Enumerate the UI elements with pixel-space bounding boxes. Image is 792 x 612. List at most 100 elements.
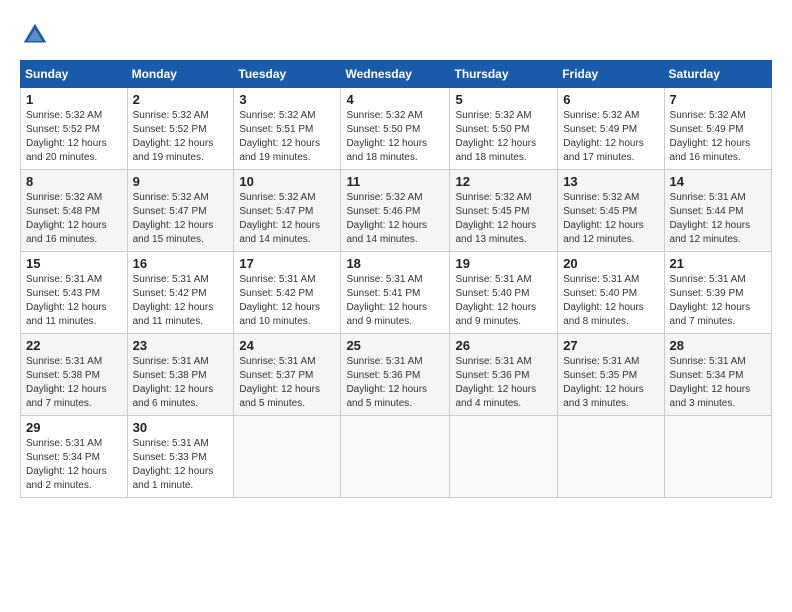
calendar-day-cell xyxy=(558,416,664,498)
day-detail: Sunrise: 5:32 AM Sunset: 5:47 PM Dayligh… xyxy=(133,191,229,247)
day-number: 24 xyxy=(239,338,335,353)
weekday-header: Tuesday xyxy=(234,61,341,88)
day-number: 26 xyxy=(455,338,552,353)
calendar-day-cell: 12 Sunrise: 5:32 AM Sunset: 5:45 PM Dayli… xyxy=(450,170,558,252)
day-number: 8 xyxy=(26,174,122,189)
day-detail: Sunrise: 5:31 AM Sunset: 5:42 PM Dayligh… xyxy=(133,273,229,329)
calendar-week-row: 1 Sunrise: 5:32 AM Sunset: 5:52 PM Daylig… xyxy=(21,88,772,170)
calendar-day-cell: 4 Sunrise: 5:32 AM Sunset: 5:50 PM Daylig… xyxy=(341,88,450,170)
day-number: 22 xyxy=(26,338,122,353)
day-detail: Sunrise: 5:32 AM Sunset: 5:48 PM Dayligh… xyxy=(26,191,122,247)
day-detail: Sunrise: 5:32 AM Sunset: 5:52 PM Dayligh… xyxy=(26,109,122,165)
day-detail: Sunrise: 5:31 AM Sunset: 5:42 PM Dayligh… xyxy=(239,273,335,329)
calendar-day-cell: 1 Sunrise: 5:32 AM Sunset: 5:52 PM Daylig… xyxy=(21,88,128,170)
day-number: 18 xyxy=(346,256,444,271)
calendar-day-cell: 29 Sunrise: 5:31 AM Sunset: 5:34 PM Dayli… xyxy=(21,416,128,498)
day-number: 5 xyxy=(455,92,552,107)
calendar-day-cell: 6 Sunrise: 5:32 AM Sunset: 5:49 PM Daylig… xyxy=(558,88,664,170)
day-detail: Sunrise: 5:31 AM Sunset: 5:36 PM Dayligh… xyxy=(346,355,444,411)
day-number: 11 xyxy=(346,174,444,189)
day-detail: Sunrise: 5:32 AM Sunset: 5:45 PM Dayligh… xyxy=(563,191,658,247)
day-number: 10 xyxy=(239,174,335,189)
day-detail: Sunrise: 5:32 AM Sunset: 5:49 PM Dayligh… xyxy=(670,109,766,165)
weekday-header: Sunday xyxy=(21,61,128,88)
calendar-day-cell: 19 Sunrise: 5:31 AM Sunset: 5:40 PM Dayli… xyxy=(450,252,558,334)
day-number: 28 xyxy=(670,338,766,353)
day-detail: Sunrise: 5:31 AM Sunset: 5:40 PM Dayligh… xyxy=(455,273,552,329)
calendar-day-cell: 21Sunrise: 5:31 AM Sunset: 5:39 PM Dayli… xyxy=(664,252,771,334)
calendar-day-cell: 26Sunrise: 5:31 AM Sunset: 5:36 PM Dayli… xyxy=(450,334,558,416)
calendar-day-cell: 9 Sunrise: 5:32 AM Sunset: 5:47 PM Daylig… xyxy=(127,170,234,252)
page-header xyxy=(20,20,772,50)
day-detail: Sunrise: 5:32 AM Sunset: 5:49 PM Dayligh… xyxy=(563,109,658,165)
calendar-day-cell: 22 Sunrise: 5:31 AM Sunset: 5:38 PM Dayli… xyxy=(21,334,128,416)
calendar-week-row: 8 Sunrise: 5:32 AM Sunset: 5:48 PM Daylig… xyxy=(21,170,772,252)
logo-icon xyxy=(20,20,50,50)
calendar-day-cell xyxy=(664,416,771,498)
day-detail: Sunrise: 5:31 AM Sunset: 5:43 PM Dayligh… xyxy=(26,273,122,329)
weekday-header: Friday xyxy=(558,61,664,88)
day-number: 21 xyxy=(670,256,766,271)
day-number: 20 xyxy=(563,256,658,271)
calendar-day-cell: 28 Sunrise: 5:31 AM Sunset: 5:34 PM Dayli… xyxy=(664,334,771,416)
weekday-header: Saturday xyxy=(664,61,771,88)
day-number: 12 xyxy=(455,174,552,189)
calendar-day-cell: 20 Sunrise: 5:31 AM Sunset: 5:40 PM Dayli… xyxy=(558,252,664,334)
day-number: 3 xyxy=(239,92,335,107)
calendar-day-cell xyxy=(234,416,341,498)
day-number: 29 xyxy=(26,420,122,435)
weekday-header: Thursday xyxy=(450,61,558,88)
calendar-day-cell xyxy=(341,416,450,498)
calendar-day-cell: 17 Sunrise: 5:31 AM Sunset: 5:42 PM Dayli… xyxy=(234,252,341,334)
day-detail: Sunrise: 5:31 AM Sunset: 5:38 PM Dayligh… xyxy=(133,355,229,411)
calendar-week-row: 22 Sunrise: 5:31 AM Sunset: 5:38 PM Dayli… xyxy=(21,334,772,416)
day-detail: Sunrise: 5:31 AM Sunset: 5:33 PM Dayligh… xyxy=(133,437,229,493)
calendar-day-cell: 30 Sunrise: 5:31 AM Sunset: 5:33 PM Dayli… xyxy=(127,416,234,498)
calendar-week-row: 15 Sunrise: 5:31 AM Sunset: 5:43 PM Dayli… xyxy=(21,252,772,334)
day-number: 17 xyxy=(239,256,335,271)
day-number: 23 xyxy=(133,338,229,353)
day-detail: Sunrise: 5:31 AM Sunset: 5:38 PM Dayligh… xyxy=(26,355,122,411)
calendar-day-cell: 23 Sunrise: 5:31 AM Sunset: 5:38 PM Dayli… xyxy=(127,334,234,416)
day-detail: Sunrise: 5:32 AM Sunset: 5:45 PM Dayligh… xyxy=(455,191,552,247)
day-detail: Sunrise: 5:31 AM Sunset: 5:34 PM Dayligh… xyxy=(26,437,122,493)
day-number: 9 xyxy=(133,174,229,189)
logo xyxy=(20,20,54,50)
day-number: 2 xyxy=(133,92,229,107)
day-number: 27 xyxy=(563,338,658,353)
day-detail: Sunrise: 5:31 AM Sunset: 5:40 PM Dayligh… xyxy=(563,273,658,329)
day-number: 14 xyxy=(670,174,766,189)
day-number: 15 xyxy=(26,256,122,271)
calendar-day-cell: 27 Sunrise: 5:31 AM Sunset: 5:35 PM Dayli… xyxy=(558,334,664,416)
day-number: 19 xyxy=(455,256,552,271)
header-row: SundayMondayTuesdayWednesdayThursdayFrid… xyxy=(21,61,772,88)
day-detail: Sunrise: 5:32 AM Sunset: 5:50 PM Dayligh… xyxy=(346,109,444,165)
day-number: 25 xyxy=(346,338,444,353)
calendar-day-cell xyxy=(450,416,558,498)
day-number: 1 xyxy=(26,92,122,107)
calendar-day-cell: 15 Sunrise: 5:31 AM Sunset: 5:43 PM Dayli… xyxy=(21,252,128,334)
day-detail: Sunrise: 5:31 AM Sunset: 5:34 PM Dayligh… xyxy=(670,355,766,411)
day-number: 6 xyxy=(563,92,658,107)
calendar-day-cell: 8 Sunrise: 5:32 AM Sunset: 5:48 PM Daylig… xyxy=(21,170,128,252)
calendar-day-cell: 3 Sunrise: 5:32 AM Sunset: 5:51 PM Daylig… xyxy=(234,88,341,170)
calendar-day-cell: 13 Sunrise: 5:32 AM Sunset: 5:45 PM Dayli… xyxy=(558,170,664,252)
day-number: 4 xyxy=(346,92,444,107)
calendar-day-cell: 7 Sunrise: 5:32 AM Sunset: 5:49 PM Daylig… xyxy=(664,88,771,170)
day-detail: Sunrise: 5:32 AM Sunset: 5:46 PM Dayligh… xyxy=(346,191,444,247)
day-number: 16 xyxy=(133,256,229,271)
calendar-day-cell: 10Sunrise: 5:32 AM Sunset: 5:47 PM Dayli… xyxy=(234,170,341,252)
day-number: 30 xyxy=(133,420,229,435)
calendar-day-cell: 14 Sunrise: 5:31 AM Sunset: 5:44 PM Dayli… xyxy=(664,170,771,252)
calendar-day-cell: 18Sunrise: 5:31 AM Sunset: 5:41 PM Dayli… xyxy=(341,252,450,334)
day-detail: Sunrise: 5:32 AM Sunset: 5:52 PM Dayligh… xyxy=(133,109,229,165)
day-detail: Sunrise: 5:32 AM Sunset: 5:51 PM Dayligh… xyxy=(239,109,335,165)
day-number: 7 xyxy=(670,92,766,107)
day-detail: Sunrise: 5:31 AM Sunset: 5:44 PM Dayligh… xyxy=(670,191,766,247)
day-detail: Sunrise: 5:31 AM Sunset: 5:35 PM Dayligh… xyxy=(563,355,658,411)
day-detail: Sunrise: 5:32 AM Sunset: 5:50 PM Dayligh… xyxy=(455,109,552,165)
calendar-day-cell: 2 Sunrise: 5:32 AM Sunset: 5:52 PM Daylig… xyxy=(127,88,234,170)
day-detail: Sunrise: 5:31 AM Sunset: 5:37 PM Dayligh… xyxy=(239,355,335,411)
weekday-header: Monday xyxy=(127,61,234,88)
day-number: 13 xyxy=(563,174,658,189)
